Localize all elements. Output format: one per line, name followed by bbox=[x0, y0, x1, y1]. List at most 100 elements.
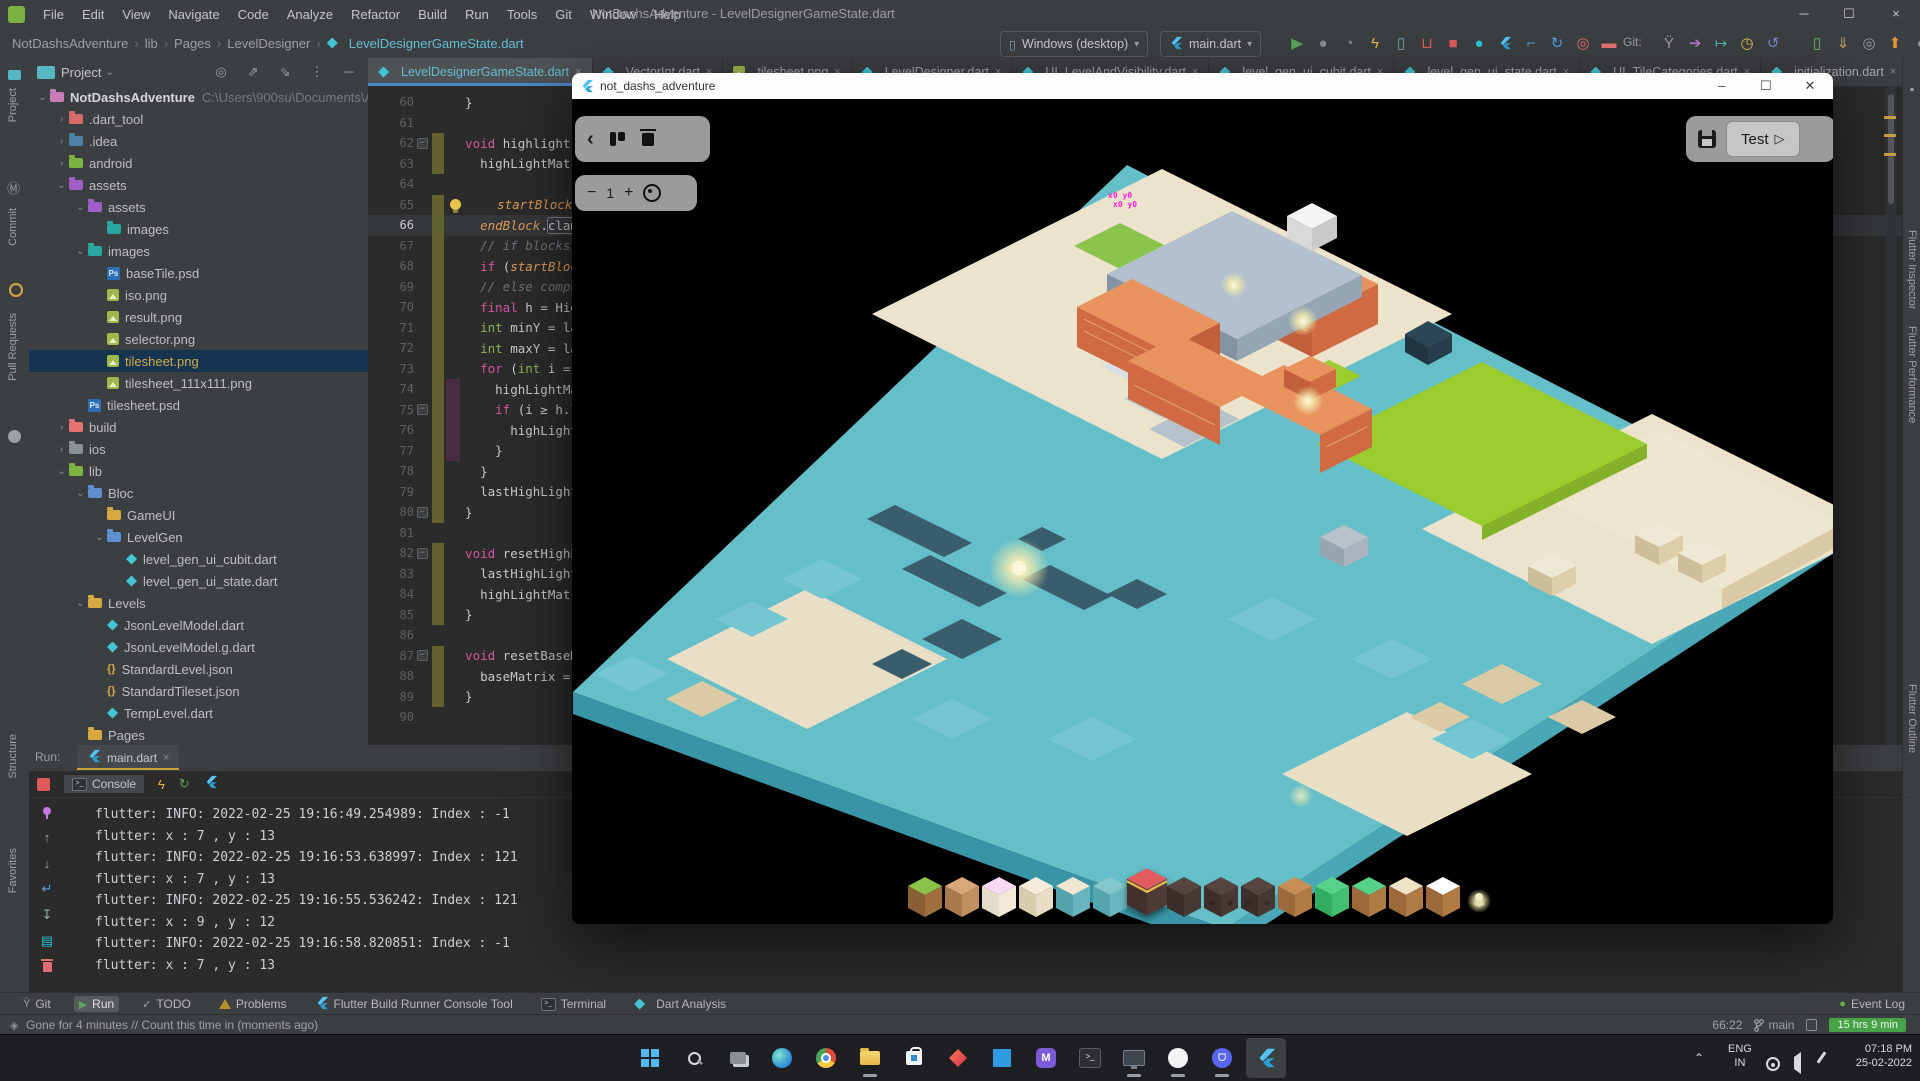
stop-icon[interactable]: ■ bbox=[1441, 31, 1465, 55]
fold-icon[interactable]: − bbox=[414, 404, 430, 415]
tree-row-level-gen-ui-state-dart[interactable]: level_gen_ui_state.dart bbox=[29, 570, 369, 592]
game-window[interactable]: not_dashs_adventure – ☐ ✕ bbox=[572, 73, 1833, 924]
hide-icon[interactable]: ─ bbox=[338, 64, 360, 80]
intention-bulb-icon[interactable] bbox=[450, 199, 461, 210]
menu-item-analyze[interactable]: Analyze bbox=[278, 7, 342, 22]
pin-icon[interactable] bbox=[37, 801, 57, 821]
menu-item-navigate[interactable]: Navigate bbox=[159, 7, 228, 22]
hot-reload-icon[interactable]: ϟ bbox=[1363, 31, 1387, 55]
close-icon[interactable]: ✕ bbox=[1788, 73, 1832, 99]
tree-row-images[interactable]: images bbox=[29, 218, 369, 240]
tree-row-jsonlevelmodel-dart[interactable]: JsonLevelModel.dart bbox=[29, 614, 369, 636]
taskbar-app-purple-app[interactable]: M bbox=[1026, 1038, 1066, 1078]
tree-row-build[interactable]: ›build bbox=[29, 416, 369, 438]
collapse-all-icon[interactable]: ⇘ bbox=[274, 64, 296, 80]
project-strip-icon[interactable] bbox=[8, 70, 21, 80]
palette-tile-dark-brown[interactable] bbox=[1165, 875, 1202, 921]
wrench-icon[interactable]: ⌐ bbox=[1519, 31, 1543, 55]
run-tab-main-dart[interactable]: main.dart × bbox=[77, 745, 179, 770]
tree-chevron-icon[interactable]: ⌄ bbox=[54, 466, 69, 477]
devtools-icon[interactable]: ● bbox=[1467, 31, 1491, 55]
save-icon[interactable] bbox=[1698, 130, 1716, 148]
palette-tile-light-brown[interactable] bbox=[1276, 875, 1313, 921]
update-icon[interactable]: ↦ bbox=[1709, 31, 1733, 55]
time-tracker-badge[interactable]: 15 hrs 9 min bbox=[1829, 1018, 1906, 1032]
more-icon[interactable]: ⋮ bbox=[306, 64, 328, 80]
tree-row-tilesheet-111x111-png[interactable]: tilesheet_111x111.png bbox=[29, 372, 369, 394]
tree-row-notdashsadventure[interactable]: ⌄NotDashsAdventureC:\Users\900su\Documen… bbox=[29, 86, 369, 108]
search-everywhere-icon[interactable]: ◎ bbox=[1857, 31, 1881, 55]
palette-tile-frosted[interactable] bbox=[980, 875, 1017, 921]
pull-requests-strip-icon[interactable] bbox=[9, 283, 23, 297]
tree-row-iso-png[interactable]: iso.png bbox=[29, 284, 369, 306]
rerun-icon[interactable]: ↻ bbox=[179, 776, 190, 792]
commit-strip-icon[interactable]: Ⓜ bbox=[7, 178, 20, 197]
tree-row-templevel-dart[interactable]: TempLevel.dart bbox=[29, 702, 369, 724]
strip-structure[interactable]: Structure bbox=[7, 734, 19, 779]
soft-wrap-icon[interactable]: ↵ bbox=[37, 879, 57, 899]
tree-chevron-icon[interactable]: › bbox=[54, 136, 69, 147]
fold-icon[interactable]: − bbox=[414, 507, 430, 518]
menu-item-git[interactable]: Git bbox=[546, 7, 581, 22]
breadcrumb-item[interactable]: LevelDesignerGameState.dart bbox=[327, 36, 524, 51]
decrement-button[interactable]: − bbox=[587, 184, 596, 202]
taskbar-app-discord[interactable]: ᗜ bbox=[1202, 1038, 1242, 1078]
taskbar-app-search[interactable] bbox=[674, 1038, 714, 1078]
upgrade-icon[interactable]: ⬆ bbox=[1883, 31, 1907, 55]
palette-tile-sand-top[interactable] bbox=[1387, 875, 1424, 921]
close-icon[interactable]: × bbox=[1876, 0, 1916, 28]
tree-row-standardlevel-json[interactable]: {}StandardLevel.json bbox=[29, 658, 369, 680]
minimize-icon[interactable]: ─ bbox=[1784, 0, 1824, 28]
close-icon[interactable]: × bbox=[1890, 66, 1896, 78]
tree-chevron-icon[interactable]: ⌄ bbox=[54, 180, 69, 191]
palette-tile-dirt[interactable] bbox=[943, 875, 980, 921]
language-indicator[interactable]: ENG IN bbox=[1728, 1042, 1752, 1070]
taskbar-app-store[interactable] bbox=[894, 1038, 934, 1078]
run-icon[interactable]: ▶ bbox=[1285, 31, 1309, 55]
tree-chevron-icon[interactable]: › bbox=[54, 422, 69, 433]
tree-row-selector-png[interactable]: selector.png bbox=[29, 328, 369, 350]
toolwindow-problems[interactable]: Problems bbox=[214, 996, 292, 1012]
run-config-selector[interactable]: main.dart ▾ bbox=[1160, 31, 1261, 57]
push-icon[interactable]: ➔ bbox=[1683, 31, 1707, 55]
tree-chevron-icon[interactable]: ⌄ bbox=[73, 202, 88, 213]
clock[interactable]: 07:18 PM 25-02-2022 bbox=[1856, 1042, 1912, 1070]
tree-row--idea[interactable]: ›.idea bbox=[29, 130, 369, 152]
print-icon[interactable]: ▤ bbox=[37, 931, 57, 951]
palette-tile-grass[interactable] bbox=[906, 875, 943, 921]
palette-tile-green[interactable] bbox=[1313, 875, 1350, 921]
pen-icon[interactable] bbox=[1817, 1051, 1827, 1063]
toolwindow-event-log[interactable]: ●Event Log bbox=[1834, 996, 1910, 1012]
hot-restart-icon[interactable]: ϟ bbox=[158, 777, 165, 792]
menu-item-code[interactable]: Code bbox=[229, 7, 278, 22]
palette-tile-teal-cream-top[interactable] bbox=[1054, 875, 1091, 921]
palette-tile-teal[interactable] bbox=[1091, 875, 1128, 921]
locate-icon[interactable]: ◎ bbox=[210, 64, 232, 80]
tree-chevron-icon[interactable]: ⌄ bbox=[92, 532, 107, 543]
toolwindow-git[interactable]: ŸGit bbox=[18, 996, 56, 1012]
hot-restart-icon[interactable]: ↻ bbox=[1545, 31, 1569, 55]
strip-flutter-inspector[interactable]: Flutter Inspector bbox=[1906, 230, 1918, 309]
git-branch-widget[interactable]: main bbox=[1754, 1018, 1794, 1032]
clean-icon[interactable]: ▬ bbox=[1597, 31, 1621, 55]
inspect-icon[interactable]: ◎ bbox=[1571, 31, 1595, 55]
fold-icon[interactable]: − bbox=[414, 548, 430, 559]
palette-tile-light-orb[interactable] bbox=[1461, 875, 1498, 921]
maximize-icon[interactable]: ☐ bbox=[1744, 73, 1788, 99]
trash-icon[interactable] bbox=[642, 133, 654, 146]
isometric-map[interactable] bbox=[572, 99, 1833, 924]
attach-device-icon[interactable]: ▯ bbox=[1389, 31, 1413, 55]
taskbar-app-terminal[interactable]: >_ bbox=[1070, 1038, 1110, 1078]
toolwindow-dart-analysis[interactable]: Dart Analysis bbox=[629, 996, 731, 1012]
flutter-attach-icon[interactable] bbox=[1493, 31, 1517, 55]
expand-all-icon[interactable]: ⇗ bbox=[242, 64, 264, 80]
tree-row-ios[interactable]: ›ios bbox=[29, 438, 369, 460]
branch-icon[interactable]: Ÿ bbox=[1657, 31, 1681, 55]
palette-tile-snow-top[interactable] bbox=[1424, 875, 1461, 921]
taskbar-app-monitor-app[interactable] bbox=[1114, 1038, 1154, 1078]
taskbar-app-vscode[interactable] bbox=[982, 1038, 1022, 1078]
fold-icon[interactable]: − bbox=[414, 138, 430, 149]
breadcrumb-item[interactable]: Pages bbox=[174, 36, 211, 51]
menu-item-build[interactable]: Build bbox=[409, 7, 456, 22]
taskbar-app-flutter[interactable] bbox=[1246, 1038, 1286, 1078]
